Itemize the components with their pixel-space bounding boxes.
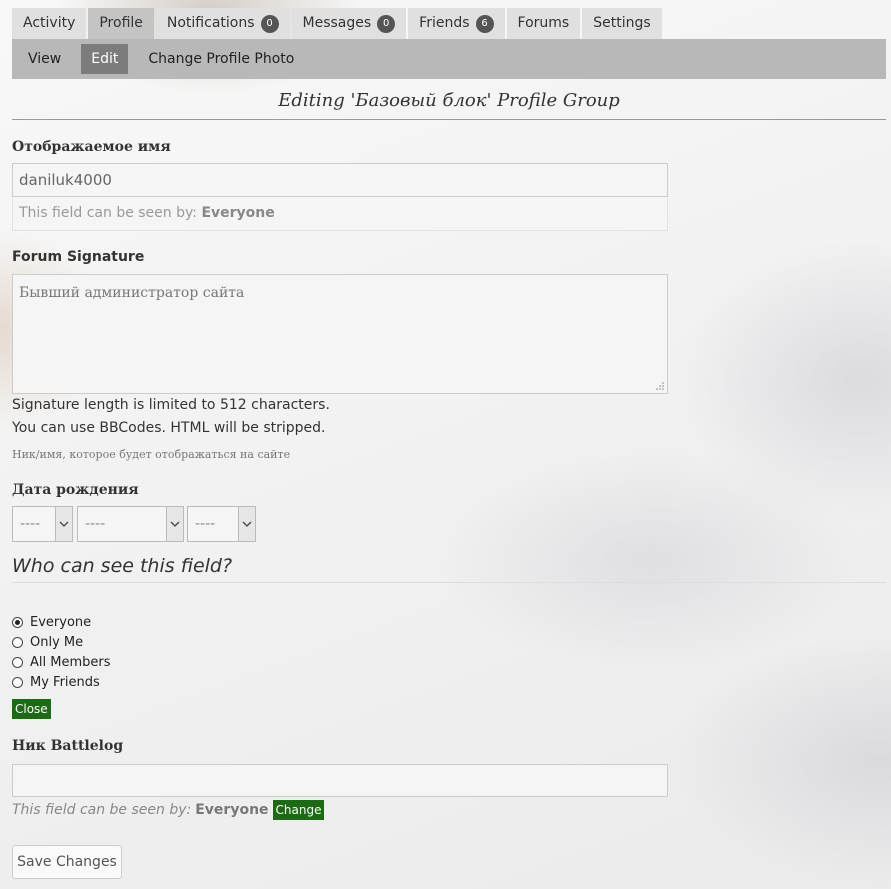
forum-signature-textarea[interactable]: Бывший администратор сайта xyxy=(12,274,668,394)
battlelog-visibility: This field can be seen by: Everyone Chan… xyxy=(12,800,325,820)
profile-tab-bar: Activity Profile Notifications 0 Messages… xyxy=(12,8,662,39)
save-changes-button[interactable]: Save Changes xyxy=(12,845,122,879)
chevron-down-icon xyxy=(55,507,72,541)
select-value: ---- xyxy=(20,516,41,532)
tab-label: Friends xyxy=(419,15,470,31)
subtab-change-profile-photo[interactable]: Change Profile Photo xyxy=(138,44,304,74)
tab-friends[interactable]: Friends 6 xyxy=(408,8,505,39)
chevron-down-icon xyxy=(238,507,255,541)
display-name-visibility: This field can be seen by: Everyone xyxy=(12,197,668,231)
subtab-view[interactable]: View xyxy=(18,44,71,74)
visibility-picker-title: Who can see this field? xyxy=(12,555,233,577)
signature-text: Бывший администратор сайта xyxy=(19,285,245,301)
option-label: My Friends xyxy=(30,675,100,690)
tab-notifications[interactable]: Notifications 0 xyxy=(155,8,290,39)
messages-count-badge: 0 xyxy=(377,14,396,33)
visibility-divider xyxy=(12,582,886,583)
battlelog-input[interactable] xyxy=(12,764,668,797)
friends-count-badge: 6 xyxy=(475,14,494,33)
profile-subnav: View Edit Change Profile Photo xyxy=(12,39,886,79)
page-title: Editing 'Базовый блок' Profile Group xyxy=(278,90,620,111)
tab-forums[interactable]: Forums xyxy=(506,8,581,39)
tab-messages[interactable]: Messages 0 xyxy=(291,8,407,39)
birthdate-month-select[interactable]: ---- xyxy=(77,506,184,542)
tab-label: Messages xyxy=(302,15,372,31)
subtab-edit[interactable]: Edit xyxy=(81,44,129,74)
option-label: Everyone xyxy=(30,615,92,630)
tab-label: Forums xyxy=(517,15,570,31)
visibility-value: Everyone xyxy=(201,205,275,221)
chevron-down-icon xyxy=(166,507,183,541)
radio-button[interactable] xyxy=(12,637,23,648)
change-visibility-button[interactable]: Change xyxy=(272,800,325,820)
visibility-option-only-me[interactable]: Only Me xyxy=(12,635,83,650)
notifications-count-badge: 0 xyxy=(260,14,279,33)
visibility-option-everyone[interactable]: Everyone xyxy=(12,615,91,630)
display-name-input[interactable]: daniluk4000 xyxy=(12,163,668,197)
tab-label: Profile xyxy=(99,15,143,31)
tab-activity[interactable]: Activity xyxy=(12,8,87,39)
visibility-value: Everyone xyxy=(195,802,269,818)
resize-handle-icon[interactable] xyxy=(656,382,664,390)
forum-signature-label: Forum Signature xyxy=(12,249,145,265)
close-visibility-button[interactable]: Close xyxy=(12,699,51,719)
tab-label: Settings xyxy=(593,15,651,31)
select-value: ---- xyxy=(195,516,216,532)
birthdate-year-select[interactable]: ---- xyxy=(187,506,256,542)
select-value: ---- xyxy=(85,516,106,532)
tab-label: Activity xyxy=(23,15,76,31)
birthdate-day-select[interactable]: ---- xyxy=(12,506,73,542)
radio-button[interactable] xyxy=(12,677,23,688)
tab-label: Notifications xyxy=(166,15,255,31)
visibility-option-my-friends[interactable]: My Friends xyxy=(12,675,100,690)
visibility-prefix: This field can be seen by: xyxy=(19,205,197,221)
birthdate-label: Дата рождения xyxy=(12,482,139,498)
tab-profile[interactable]: Profile xyxy=(88,8,154,39)
title-divider xyxy=(12,119,886,120)
option-label: Only Me xyxy=(30,635,84,650)
visibility-prefix: This field can be seen by: xyxy=(12,802,192,818)
display-name-hint: Ник/имя, которое будет отображаться на с… xyxy=(12,448,291,461)
display-name-label: Отображаемое имя xyxy=(12,139,171,155)
tab-settings[interactable]: Settings xyxy=(582,8,662,39)
signature-bbcode-note: You can use BBCodes. HTML will be stripp… xyxy=(12,420,326,436)
radio-button[interactable] xyxy=(12,617,23,628)
visibility-option-all-members[interactable]: All Members xyxy=(12,655,111,670)
signature-length-note: Signature length is limited to 512 chara… xyxy=(12,397,330,413)
battlelog-label: Ник Battlelog xyxy=(12,738,124,754)
radio-button[interactable] xyxy=(12,657,23,668)
option-label: All Members xyxy=(30,655,111,670)
